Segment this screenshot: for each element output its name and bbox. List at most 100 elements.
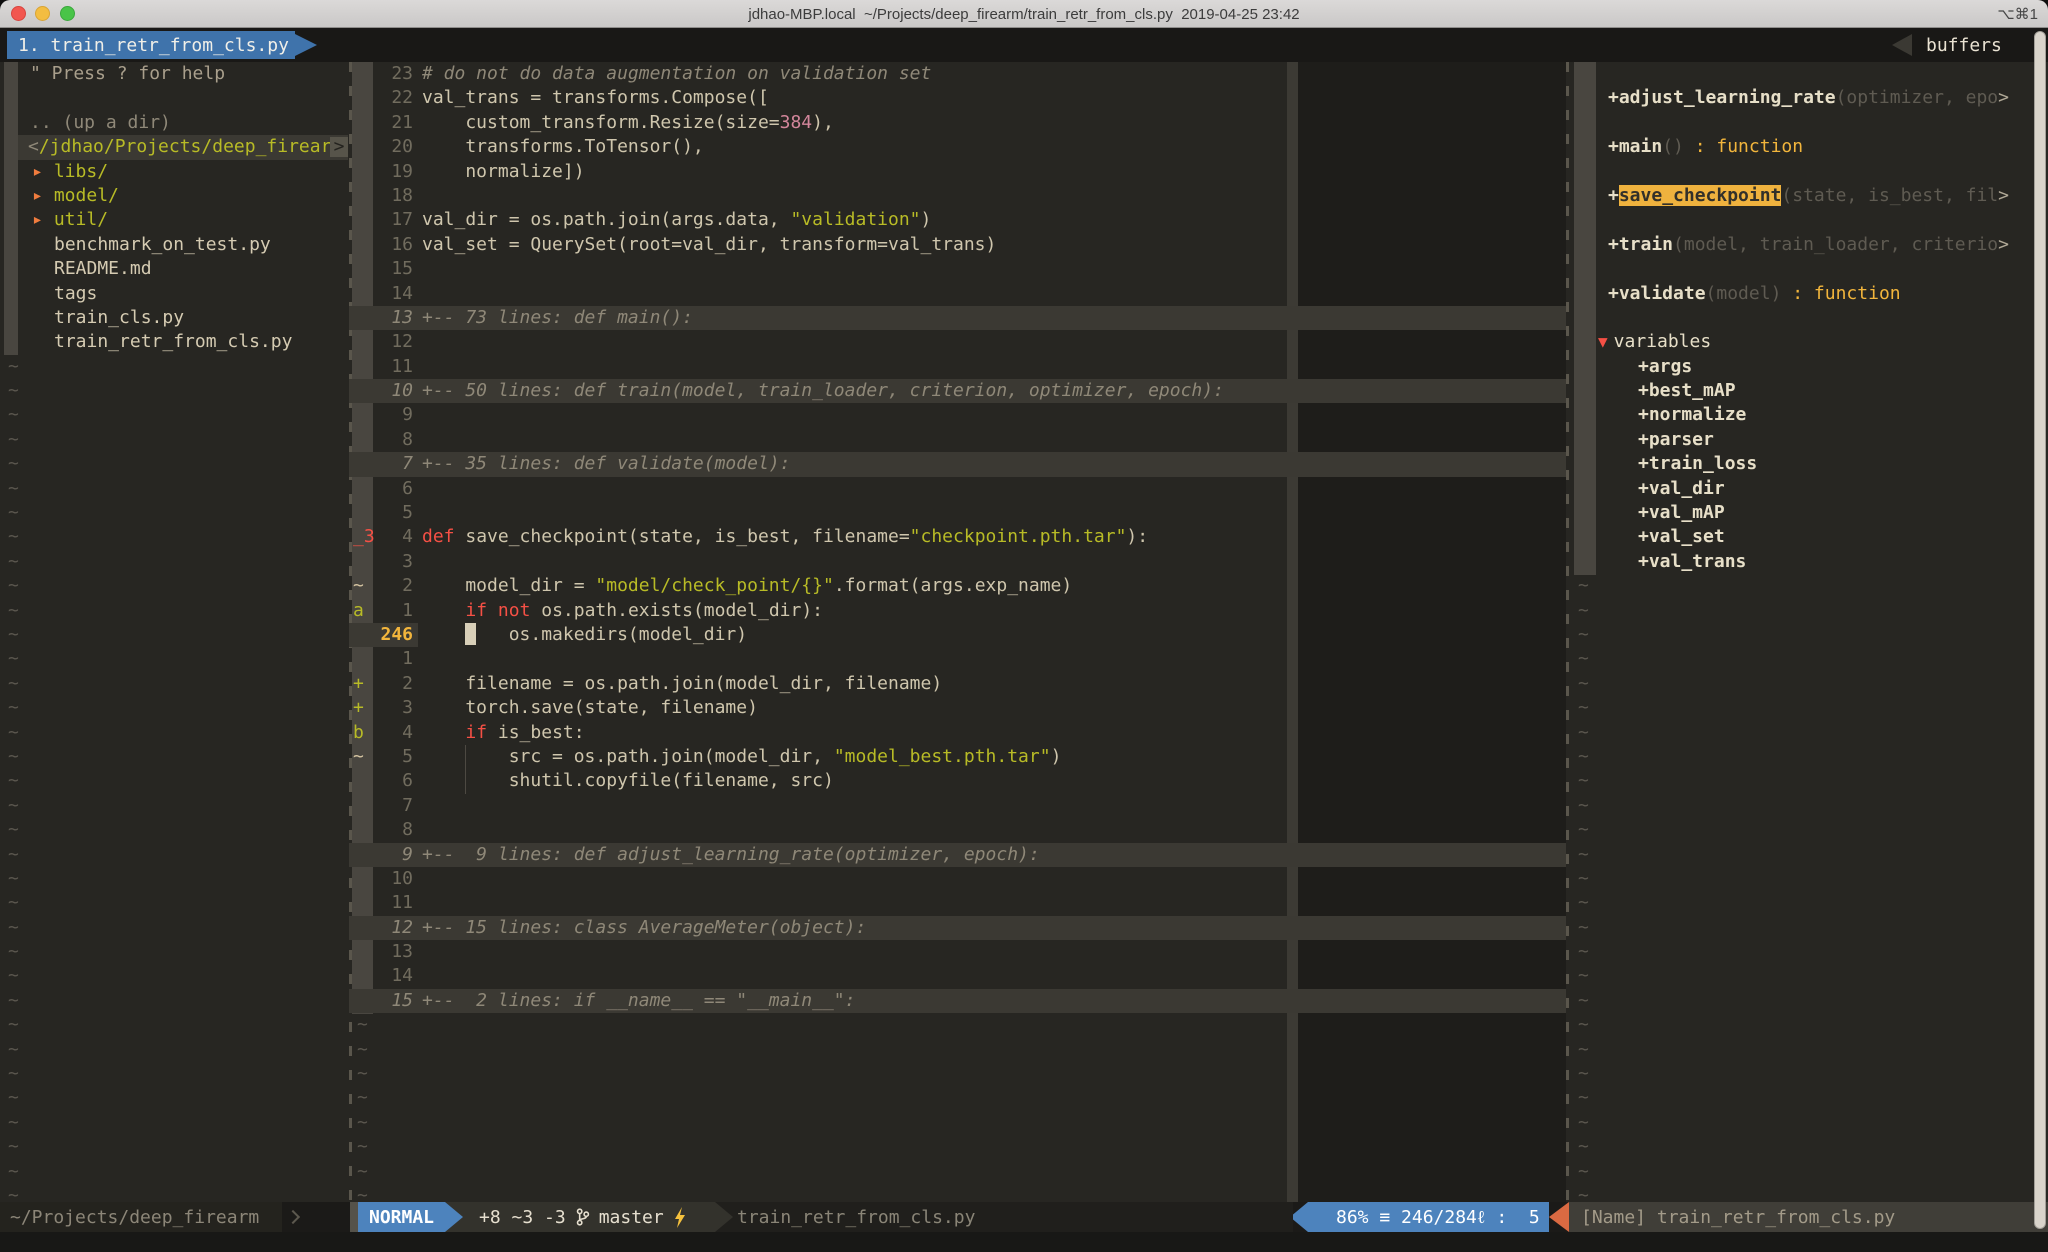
line-number: 16 bbox=[349, 233, 413, 257]
tag-item[interactable]: +save_checkpoint(state, is_best, fil> bbox=[1566, 184, 2048, 208]
empty-line-row: ~ bbox=[1566, 1086, 2048, 1110]
tag-kind: : function bbox=[1781, 283, 1900, 304]
editor-row[interactable]: +3 torch.save(state, filename) bbox=[349, 696, 1566, 720]
tag-item[interactable]: +main() : function bbox=[1566, 135, 2048, 159]
editor-row[interactable]: 15 bbox=[349, 257, 1566, 281]
tag-variable: +best_mAP bbox=[1566, 380, 1736, 401]
tree-item-file[interactable]: tags bbox=[0, 282, 349, 306]
tree-updir[interactable]: .. (up a dir) bbox=[0, 111, 349, 135]
editor-row[interactable]: 23# do not do data augmentation on valid… bbox=[349, 62, 1566, 86]
tree-item-file[interactable]: train_cls.py bbox=[0, 306, 349, 330]
editor-row[interactable]: ~2 model_dir = "model/check_point/{}".fo… bbox=[349, 574, 1566, 598]
editor-row[interactable]: 1 bbox=[349, 647, 1566, 671]
fold-row[interactable]: 13+-- 73 lines: def main(): bbox=[349, 306, 1566, 330]
editor-row[interactable]: 19 normalize]) bbox=[349, 160, 1566, 184]
tree-item-file[interactable]: README.md bbox=[0, 257, 349, 281]
fold-row[interactable]: 7+-- 35 lines: def validate(model): bbox=[349, 452, 1566, 476]
tag-item[interactable]: +adjust_learning_rate(optimizer, epo> bbox=[1566, 86, 2048, 110]
tab-train-retr-from-cls[interactable]: 1. train_retr_from_cls.py bbox=[7, 31, 295, 59]
line-number: 15 bbox=[349, 257, 413, 281]
editor-row[interactable]: 6 shutil.copyfile(filename, src) bbox=[349, 769, 1566, 793]
editor-row[interactable]: 8 bbox=[349, 818, 1566, 842]
tilde-marker: ~ bbox=[349, 1112, 368, 1133]
editor-row[interactable]: 16val_set = QuerySet(root=val_dir, trans… bbox=[349, 233, 1566, 257]
tilde-marker: ~ bbox=[0, 1039, 19, 1060]
editor-row[interactable]: 246 os.makedirs(model_dir) bbox=[349, 623, 1566, 647]
tree-item-file[interactable]: benchmark_on_test.py bbox=[0, 233, 349, 257]
tag-item[interactable]: +val_mAP bbox=[1566, 501, 2048, 525]
editor-row[interactable]: 21 custom_transform.Resize(size=384), bbox=[349, 111, 1566, 135]
line-number: 23 bbox=[349, 62, 413, 86]
empty-line-row: ~ bbox=[1566, 1038, 2048, 1062]
empty-line-row: ~ bbox=[0, 867, 349, 891]
tilde-marker: ~ bbox=[349, 1087, 368, 1108]
tag-item[interactable]: +val_trans bbox=[1566, 550, 2048, 574]
tag-item[interactable]: +val_dir bbox=[1566, 477, 2048, 501]
editor-row[interactable]: 14 bbox=[349, 964, 1566, 988]
tag-item[interactable]: ▼variables bbox=[1566, 330, 2048, 354]
editor-row[interactable]: ~5 src = os.path.join(model_dir, "model_… bbox=[349, 745, 1566, 769]
line-number: 2 bbox=[349, 672, 413, 696]
tag-item[interactable]: +train_loss bbox=[1566, 452, 2048, 476]
editor-row[interactable]: 7 bbox=[349, 794, 1566, 818]
editor-row[interactable]: 17val_dir = os.path.join(args.data, "val… bbox=[349, 208, 1566, 232]
line-number: 13 bbox=[349, 306, 413, 330]
editor-row[interactable]: 8 bbox=[349, 428, 1566, 452]
tilde-marker: ~ bbox=[0, 429, 19, 450]
tag-item[interactable]: +normalize bbox=[1566, 403, 2048, 427]
editor-row[interactable]: 11 bbox=[349, 355, 1566, 379]
tree-item-dir[interactable]: ▸model/ bbox=[0, 184, 349, 208]
editor-row[interactable]: 11 bbox=[349, 891, 1566, 915]
tag-item[interactable]: +train(model, train_loader, criterio> bbox=[1566, 233, 2048, 257]
window-scrollbar[interactable] bbox=[2034, 31, 2046, 1229]
tag-item[interactable]: +validate(model) : function bbox=[1566, 282, 2048, 306]
editor-row[interactable]: 3 bbox=[349, 550, 1566, 574]
editor-row[interactable]: 18 bbox=[349, 184, 1566, 208]
tilde-marker: ~ bbox=[0, 478, 19, 499]
tree-item-file[interactable]: train_retr_from_cls.py bbox=[0, 330, 349, 354]
editor-row[interactable]: 13 bbox=[349, 940, 1566, 964]
line-number: 11 bbox=[349, 355, 413, 379]
editor-row[interactable]: _34def save_checkpoint(state, is_best, f… bbox=[349, 525, 1566, 549]
empty-line-row: ~ bbox=[1566, 721, 2048, 745]
truncate-marker: > bbox=[1998, 185, 2009, 206]
code-editor-window[interactable]: 23# do not do data augmentation on valid… bbox=[349, 62, 1566, 1202]
editor-row[interactable]: 9 bbox=[349, 403, 1566, 427]
editor-row[interactable]: 12 bbox=[349, 330, 1566, 354]
tilde-marker: ~ bbox=[0, 600, 19, 621]
tilde-marker: ~ bbox=[1566, 648, 1589, 669]
tag-item[interactable]: +args bbox=[1566, 355, 2048, 379]
line-number: 15 bbox=[349, 989, 413, 1013]
tag-item[interactable]: +parser bbox=[1566, 428, 2048, 452]
editor-row[interactable]: 5 bbox=[349, 501, 1566, 525]
editor-row[interactable]: 14 bbox=[349, 282, 1566, 306]
tree-item-dir[interactable]: ▸libs/ bbox=[0, 160, 349, 184]
truncate-marker: > bbox=[1998, 234, 2009, 255]
line-number: 9 bbox=[349, 843, 413, 867]
editor-row[interactable]: 22val_trans = transforms.Compose([ bbox=[349, 86, 1566, 110]
tag-item[interactable]: +val_set bbox=[1566, 525, 2048, 549]
fold-row[interactable]: 12+-- 15 lines: class AverageMeter(objec… bbox=[349, 916, 1566, 940]
tree-item-dir[interactable]: ▸util/ bbox=[0, 208, 349, 232]
editor-row[interactable]: 20 transforms.ToTensor(), bbox=[349, 135, 1566, 159]
tree-item-updir[interactable]: .. (up a dir) bbox=[0, 111, 349, 135]
empty-line-row: ~ bbox=[0, 964, 349, 988]
tagbar-blank-row bbox=[1566, 306, 2048, 330]
tree-item-root[interactable]: </jdhao/Projects/deep_firear> bbox=[0, 135, 349, 159]
empty-line-row: ~ bbox=[0, 428, 349, 452]
tag-item[interactable]: +best_mAP bbox=[1566, 379, 2048, 403]
empty-line-row: ~ bbox=[1566, 1160, 2048, 1184]
tree-root-cursorline[interactable]: </jdhao/Projects/deep_firear> bbox=[18, 135, 348, 159]
editor-row[interactable]: b4 if is_best: bbox=[349, 721, 1566, 745]
tilde-marker: ~ bbox=[1566, 965, 1589, 986]
editor-row[interactable]: 10 bbox=[349, 867, 1566, 891]
editor-row[interactable]: +2 filename = os.path.join(model_dir, fi… bbox=[349, 672, 1566, 696]
fold-row[interactable]: 10+-- 50 lines: def train(model, train_l… bbox=[349, 379, 1566, 403]
fold-row[interactable]: 15+-- 2 lines: if __name__ == "__main__"… bbox=[349, 989, 1566, 1013]
fold-row[interactable]: 9+-- 9 lines: def adjust_learning_rate(o… bbox=[349, 843, 1566, 867]
empty-line-row: ~ bbox=[1566, 769, 2048, 793]
editor-row[interactable]: a1 if not os.path.exists(model_dir): bbox=[349, 599, 1566, 623]
editor-row[interactable]: 6 bbox=[349, 477, 1566, 501]
empty-line-row: ~ bbox=[0, 1086, 349, 1110]
empty-line-row: ~ bbox=[0, 525, 349, 549]
